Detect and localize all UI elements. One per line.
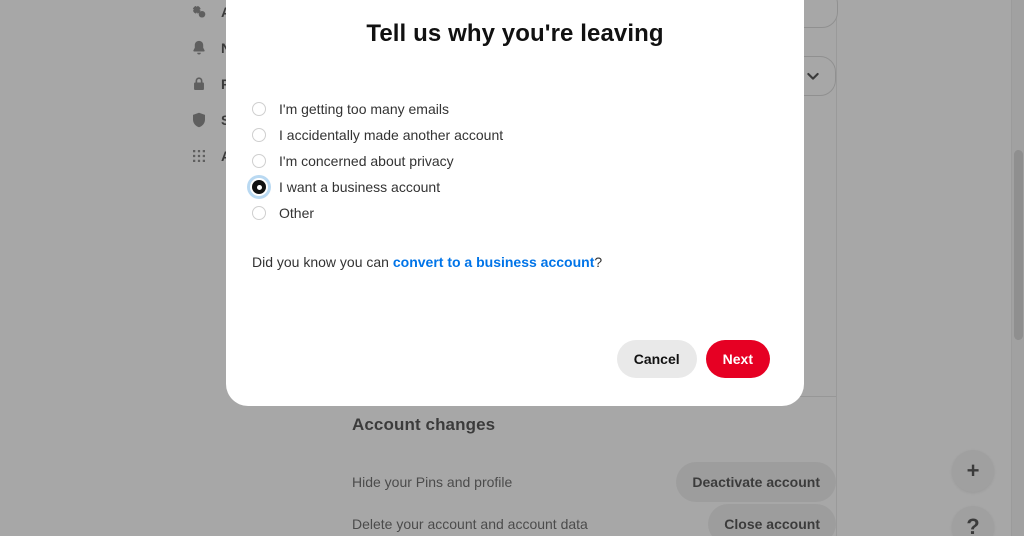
modal-actions: Cancel Next (616, 340, 770, 378)
convert-to-business-account-link[interactable]: convert to a business account (393, 254, 595, 270)
radio-option-label: I accidentally made another account (279, 127, 504, 143)
radio-option-label: Other (279, 205, 315, 221)
hint-text-after: ? (594, 254, 603, 270)
radio-icon[interactable] (252, 206, 266, 220)
hint-text-before: Did you know you can (252, 254, 393, 270)
radio-icon[interactable] (252, 154, 266, 168)
radio-option-label: I'm concerned about privacy (279, 153, 454, 169)
radio-icon[interactable] (252, 102, 266, 116)
radio-option-other[interactable]: Other (252, 200, 778, 226)
reason-radio-group: I'm getting too many emails I accidental… (252, 96, 778, 226)
radio-option-business-account[interactable]: I want a business account (252, 174, 778, 200)
radio-icon[interactable] (252, 128, 266, 142)
modal-body: I'm getting too many emails I accidental… (226, 96, 804, 270)
page-title: Tell us why you're leaving (366, 20, 664, 47)
next-button[interactable]: Next (705, 340, 770, 378)
cancel-button[interactable]: Cancel (616, 340, 697, 378)
radio-option-label: I'm getting too many emails (279, 101, 449, 117)
radio-option-privacy[interactable]: I'm concerned about privacy (252, 148, 778, 174)
radio-option-too-many-emails[interactable]: I'm getting too many emails (252, 96, 778, 122)
leaving-reason-modal: Tell us why you're leaving I'm getting t… (226, 0, 804, 406)
radio-option-label: I want a business account (279, 179, 441, 195)
radio-option-another-account[interactable]: I accidentally made another account (252, 122, 778, 148)
business-account-hint: Did you know you can convert to a busine… (252, 254, 778, 270)
radio-icon-selected[interactable] (252, 180, 266, 194)
